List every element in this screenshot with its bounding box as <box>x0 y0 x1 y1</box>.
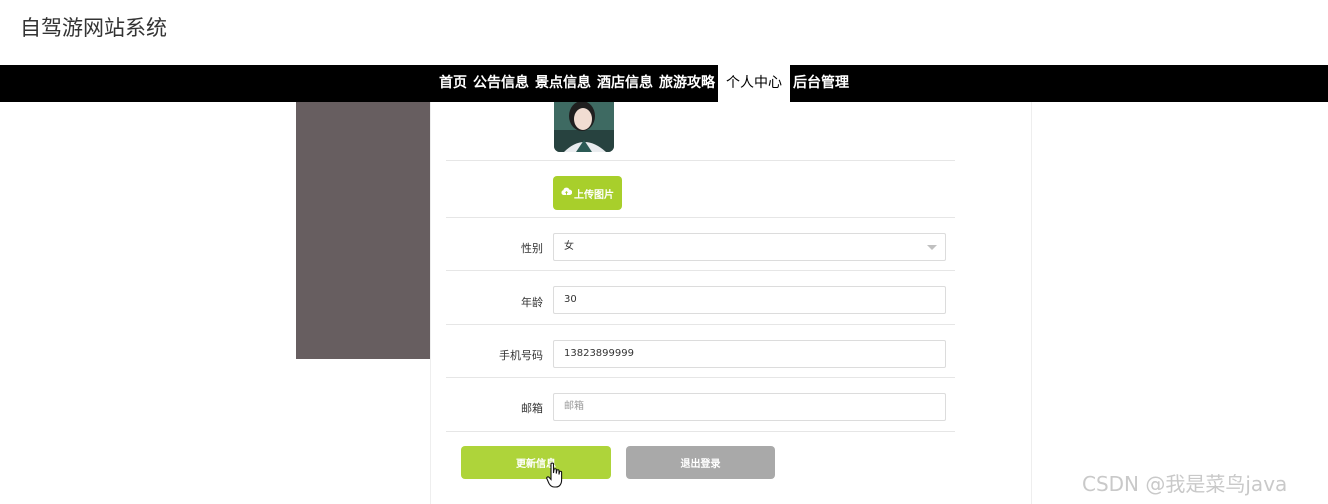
avatar <box>554 102 614 152</box>
gender-label: 性别 <box>521 242 543 255</box>
logout-button[interactable]: 退出登录 <box>626 446 775 479</box>
chevron-down-icon <box>927 245 937 250</box>
row-divider <box>446 324 955 325</box>
nav-item-announcements[interactable]: 公告信息 <box>470 65 532 102</box>
gender-value: 女 <box>564 241 574 252</box>
logout-label: 退出登录 <box>680 459 721 470</box>
email-label: 邮箱 <box>521 402 543 415</box>
phone-value: 13823899999 <box>564 348 634 359</box>
side-panel <box>296 102 430 359</box>
watermark: CSDN @我是菜鸟java <box>1082 472 1288 496</box>
nav-item-admin[interactable]: 后台管理 <box>790 65 852 102</box>
upload-image-label: 上传图片 <box>574 189 614 201</box>
email-input[interactable]: 邮箱 <box>553 393 946 421</box>
row-divider <box>446 217 955 218</box>
phone-label: 手机号码 <box>499 349 543 362</box>
phone-input[interactable]: 13823899999 <box>553 340 946 368</box>
email-placeholder: 邮箱 <box>564 401 584 412</box>
update-info-button[interactable]: 更新信息 <box>461 446 611 479</box>
row-divider <box>446 160 955 161</box>
nav-item-home[interactable]: 首页 <box>436 65 470 102</box>
top-navbar: 首页 公告信息 景点信息 酒店信息 旅游攻略 个人中心 后台管理 <box>0 65 1328 102</box>
nav-list: 首页 公告信息 景点信息 酒店信息 旅游攻略 个人中心 后台管理 <box>436 65 852 102</box>
site-title: 自驾游网站系统 <box>20 16 167 40</box>
upload-image-button[interactable]: 上传图片 <box>553 176 622 210</box>
gender-select[interactable]: 女 <box>553 233 946 261</box>
cloud-upload-icon <box>561 187 573 199</box>
row-divider <box>446 431 955 432</box>
hand-pointer-icon <box>546 462 566 494</box>
nav-item-attractions[interactable]: 景点信息 <box>532 65 594 102</box>
row-divider <box>446 377 955 378</box>
nav-item-hotels[interactable]: 酒店信息 <box>594 65 656 102</box>
age-value: 30 <box>564 294 577 305</box>
row-divider <box>446 270 955 271</box>
nav-item-personal-center[interactable]: 个人中心 <box>718 65 790 102</box>
nav-item-travel-guides[interactable]: 旅游攻略 <box>656 65 718 102</box>
age-label: 年龄 <box>521 296 543 309</box>
age-input[interactable]: 30 <box>553 286 946 314</box>
